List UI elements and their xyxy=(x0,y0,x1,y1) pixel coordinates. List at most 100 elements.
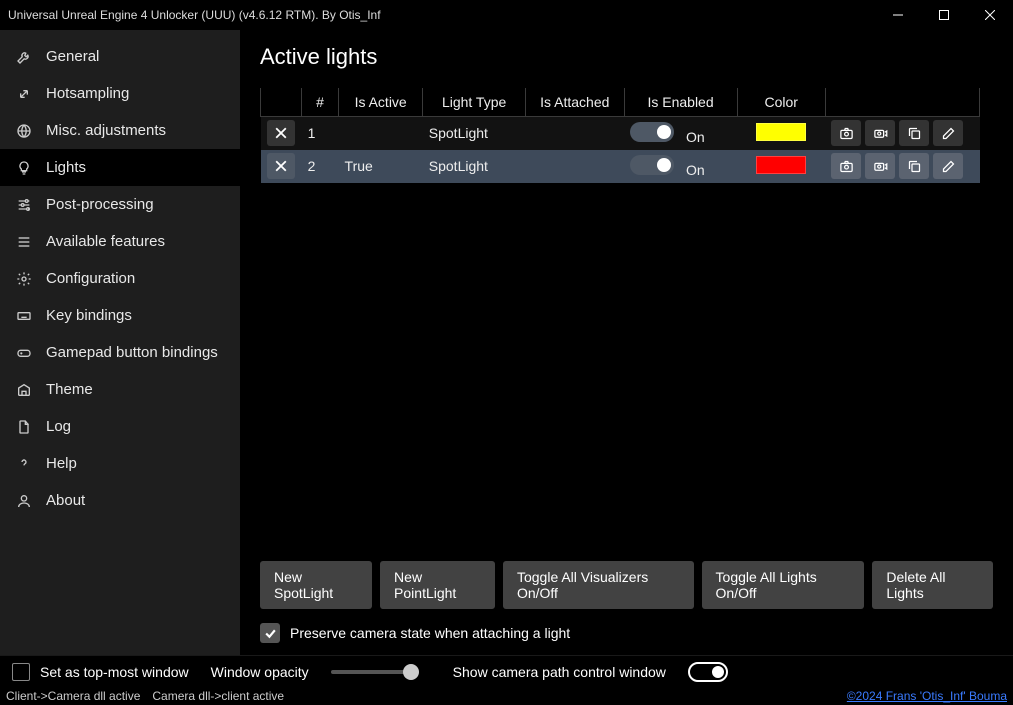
sidebar-item-help[interactable]: Help xyxy=(0,445,240,482)
document-icon xyxy=(16,419,32,435)
cell-lighttype: SpotLight xyxy=(423,117,526,150)
expand-icon xyxy=(16,86,32,102)
theme-icon xyxy=(16,382,32,398)
sidebar-item-general[interactable]: General xyxy=(0,38,240,75)
col-isattached[interactable]: Is Attached xyxy=(525,88,624,117)
col-isactive[interactable]: Is Active xyxy=(339,88,423,117)
sliders-icon xyxy=(16,197,32,213)
edit-button[interactable] xyxy=(933,153,963,179)
color-swatch[interactable] xyxy=(756,156,806,174)
camera-button[interactable] xyxy=(831,120,861,146)
opacity-label: Window opacity xyxy=(211,664,309,680)
sidebar-item-label: Post-processing xyxy=(46,196,154,213)
preserve-camera-checkbox[interactable] xyxy=(260,623,280,643)
question-icon xyxy=(16,456,32,472)
camera-move-button[interactable] xyxy=(865,120,895,146)
bottom-bar: Set as top-most window Window opacity Sh… xyxy=(0,655,1013,687)
preserve-camera-label: Preserve camera state when attaching a l… xyxy=(290,625,570,641)
col-actions[interactable] xyxy=(825,88,979,117)
sidebar-item-gamepad[interactable]: Gamepad button bindings xyxy=(0,334,240,371)
sidebar-item-configuration[interactable]: Configuration xyxy=(0,260,240,297)
action-button-row: New SpotLight New PointLight Toggle All … xyxy=(260,541,993,609)
col-lighttype[interactable]: Light Type xyxy=(423,88,526,117)
toggle-visualizers-button[interactable]: Toggle All Visualizers On/Off xyxy=(503,561,694,609)
close-button[interactable] xyxy=(967,0,1013,30)
sidebar-item-label: Help xyxy=(46,455,77,472)
cell-isactive xyxy=(339,117,423,150)
edit-button[interactable] xyxy=(933,120,963,146)
wrench-icon xyxy=(16,49,32,65)
delete-all-button[interactable]: Delete All Lights xyxy=(872,561,993,609)
titlebar: Universal Unreal Engine 4 Unlocker (UUU)… xyxy=(0,0,1013,30)
sidebar-item-about[interactable]: About xyxy=(0,482,240,519)
sidebar-item-label: Misc. adjustments xyxy=(46,122,166,139)
table-row[interactable]: 1 SpotLight On xyxy=(261,117,980,150)
bulb-icon xyxy=(16,160,32,176)
table-header-row: # Is Active Light Type Is Attached Is En… xyxy=(261,88,980,117)
col-num[interactable]: # xyxy=(302,88,339,117)
sidebar-item-postprocessing[interactable]: Post-processing xyxy=(0,186,240,223)
page-title: Active lights xyxy=(260,44,993,70)
topmost-label: Set as top-most window xyxy=(40,664,189,680)
show-camera-toggle[interactable] xyxy=(688,662,728,682)
sidebar-item-label: General xyxy=(46,48,99,65)
window-title: Universal Unreal Engine 4 Unlocker (UUU)… xyxy=(8,8,875,22)
enabled-toggle[interactable] xyxy=(630,155,674,175)
cell-num: 2 xyxy=(302,150,339,183)
sidebar-item-features[interactable]: Available features xyxy=(0,223,240,260)
sidebar-item-lights[interactable]: Lights xyxy=(0,149,240,186)
copyright-link[interactable]: ©2024 Frans 'Otis_Inf' Bouma xyxy=(847,689,1007,703)
enabled-toggle[interactable] xyxy=(630,122,674,142)
window-controls xyxy=(875,0,1013,30)
cell-isactive: True xyxy=(339,150,423,183)
maximize-button[interactable] xyxy=(921,0,967,30)
status-client-camera: Client->Camera dll active xyxy=(6,689,140,703)
preserve-camera-row: Preserve camera state when attaching a l… xyxy=(260,623,993,643)
lights-table: # Is Active Light Type Is Attached Is En… xyxy=(260,88,993,183)
table-row[interactable]: 2 True SpotLight On xyxy=(261,150,980,183)
col-color[interactable]: Color xyxy=(737,88,825,117)
sidebar: General Hotsampling Misc. adjustments Li… xyxy=(0,30,240,655)
sidebar-item-label: Theme xyxy=(46,381,93,398)
minimize-button[interactable] xyxy=(875,0,921,30)
camera-move-button[interactable] xyxy=(865,153,895,179)
list-icon xyxy=(16,234,32,250)
delete-row-button[interactable] xyxy=(267,120,295,146)
sidebar-item-misc[interactable]: Misc. adjustments xyxy=(0,112,240,149)
delete-row-button[interactable] xyxy=(267,153,295,179)
topmost-checkbox[interactable] xyxy=(12,663,30,681)
sidebar-item-keybindings[interactable]: Key bindings xyxy=(0,297,240,334)
sidebar-item-theme[interactable]: Theme xyxy=(0,371,240,408)
show-camera-label: Show camera path control window xyxy=(453,664,666,680)
toggle-lights-button[interactable]: Toggle All Lights On/Off xyxy=(702,561,865,609)
person-icon xyxy=(16,493,32,509)
cell-isattached xyxy=(525,117,624,150)
sidebar-item-label: Key bindings xyxy=(46,307,132,324)
sidebar-item-label: Gamepad button bindings xyxy=(46,344,218,361)
opacity-slider[interactable] xyxy=(331,670,411,674)
cell-enabled-label: On xyxy=(686,162,705,178)
keyboard-icon xyxy=(16,308,32,324)
new-spotlight-button[interactable]: New SpotLight xyxy=(260,561,372,609)
sidebar-item-label: Hotsampling xyxy=(46,85,129,102)
sidebar-item-label: About xyxy=(46,492,85,509)
sidebar-item-hotsampling[interactable]: Hotsampling xyxy=(0,75,240,112)
gamepad-icon xyxy=(16,345,32,361)
new-pointlight-button[interactable]: New PointLight xyxy=(380,561,495,609)
sidebar-item-label: Log xyxy=(46,418,71,435)
copy-button[interactable] xyxy=(899,120,929,146)
col-isenabled[interactable]: Is Enabled xyxy=(624,88,737,117)
copy-button[interactable] xyxy=(899,153,929,179)
sidebar-item-label: Lights xyxy=(46,159,86,176)
cell-isattached xyxy=(525,150,624,183)
cell-lighttype: SpotLight xyxy=(423,150,526,183)
col-delete[interactable] xyxy=(261,88,302,117)
cell-num: 1 xyxy=(302,117,339,150)
camera-button[interactable] xyxy=(831,153,861,179)
status-camera-client: Camera dll->client active xyxy=(152,689,284,703)
color-swatch[interactable] xyxy=(756,123,806,141)
sidebar-item-label: Configuration xyxy=(46,270,135,287)
cell-enabled-label: On xyxy=(686,129,705,145)
sidebar-item-log[interactable]: Log xyxy=(0,408,240,445)
main-panel: Active lights # Is Active Light Type Is … xyxy=(240,30,1013,655)
